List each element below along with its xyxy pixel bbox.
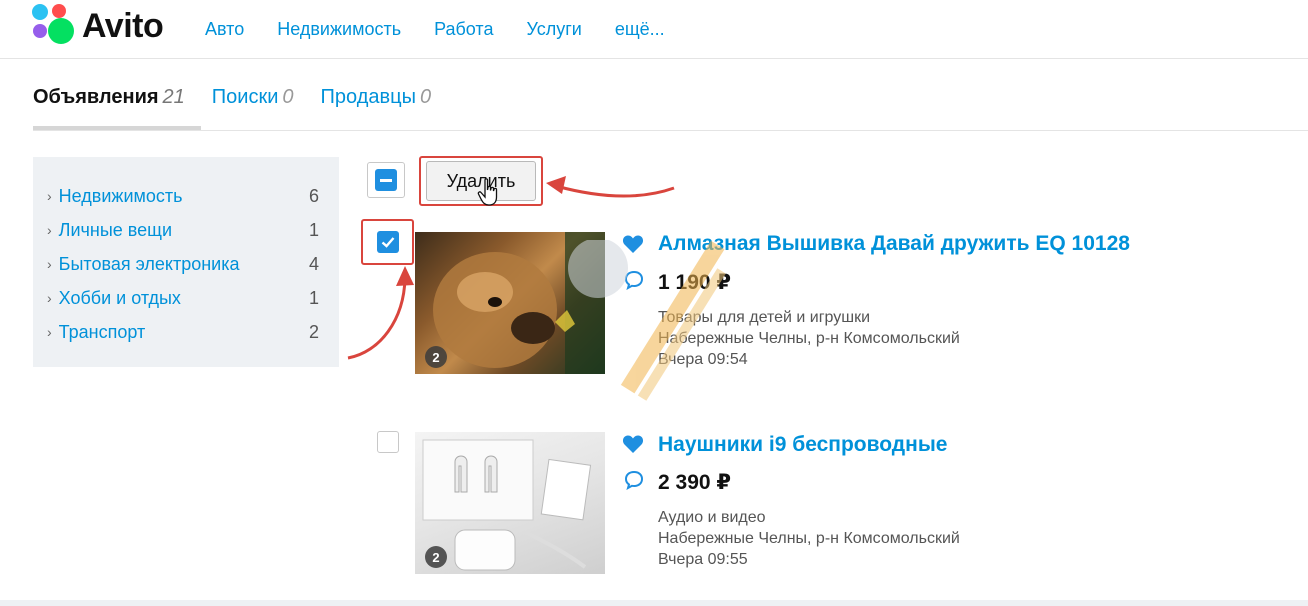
sidebar-item-label: Бытовая электроника — [58, 253, 240, 274]
chevron-right-icon: › — [47, 188, 52, 204]
tab-searches-label: Поиски — [211, 86, 279, 108]
nav-services[interactable]: Услуги — [526, 19, 581, 40]
listing-meta: Товары для детей и игрушки Набережные Че… — [658, 307, 960, 370]
sidebar-item-label: Хобби и отдых — [58, 287, 181, 308]
sidebar-item-hobby[interactable]: › Хобби и отдых 1 — [33, 281, 339, 315]
chevron-right-icon: › — [47, 222, 52, 238]
message-icon[interactable] — [624, 470, 644, 490]
tab-sellers[interactable]: Продавцы 0 — [321, 86, 432, 109]
listing-checkbox[interactable] — [377, 231, 399, 253]
tab-ads-count: 21 — [162, 86, 185, 108]
sidebar-item-count: 4 — [308, 253, 319, 274]
sidebar-item-count: 6 — [308, 185, 319, 206]
nav-auto[interactable]: Авто — [205, 19, 244, 40]
tabs-divider — [33, 130, 1308, 131]
chevron-right-icon: › — [47, 324, 52, 340]
tab-sellers-label: Продавцы — [320, 86, 416, 108]
listing-category: Аудио и видео — [658, 509, 766, 526]
logo-text: Avito — [82, 6, 164, 45]
sidebar-item-label: Недвижимость — [58, 185, 183, 206]
nav-realty[interactable]: Недвижимость — [277, 19, 401, 40]
tab-searches[interactable]: Поиски 0 — [212, 86, 294, 109]
listing-category: Товары для детей и игрушки — [658, 309, 871, 326]
listing-location: Набережные Челны, р-н Комсомольский — [658, 530, 960, 547]
listing-meta: Аудио и видео Набережные Челны, р-н Комс… — [658, 507, 960, 570]
tab-ads[interactable]: Объявления 21 — [33, 86, 185, 109]
avito-logo[interactable]: Avito — [32, 4, 164, 48]
sidebar-item-electronics[interactable]: › Бытовая электроника 4 — [33, 247, 339, 281]
sidebar-item-count: 2 — [308, 321, 319, 342]
listing-location: Набережные Челны, р-н Комсомольский — [658, 330, 960, 347]
minus-icon — [375, 169, 397, 191]
listing-checkbox[interactable] — [377, 431, 399, 453]
listing-photo[interactable]: 2 — [415, 232, 605, 374]
top-nav: Авто Недвижимость Работа Услуги ещё... — [205, 19, 665, 40]
sidebar-item-count: 1 — [308, 287, 319, 308]
listing-title[interactable]: Наушники i9 беспроводные — [658, 433, 947, 457]
tabs: Объявления 21 Поиски 0 Продавцы 0 — [33, 86, 431, 109]
photo-count: 2 — [425, 546, 447, 568]
listing-date: Вчера 09:55 — [658, 551, 748, 568]
bottom-bar — [0, 600, 1308, 606]
nav-jobs[interactable]: Работа — [434, 19, 493, 40]
select-all-checkbox[interactable] — [367, 162, 405, 198]
category-sidebar: › Недвижимость 6 › Личные вещи 1 › Бытовая … — [33, 157, 339, 367]
heart-icon[interactable] — [622, 434, 644, 454]
tab-sellers-count: 0 — [419, 86, 432, 108]
check-icon — [381, 237, 395, 248]
sidebar-item-label: Транспорт — [58, 321, 146, 342]
chevron-right-icon: › — [47, 290, 52, 306]
listing-title[interactable]: Алмазная Вышивка Давай дружить EQ 10128 — [658, 232, 1130, 256]
sidebar-item-count: 1 — [308, 219, 319, 240]
sidebar-item-realty[interactable]: › Недвижимость 6 — [33, 179, 339, 213]
sidebar-item-label: Личные вещи — [58, 219, 173, 240]
avito-logo-icon — [32, 4, 76, 48]
sidebar-item-transport[interactable]: › Транспорт 2 — [33, 315, 339, 349]
listing-photo[interactable]: 2 — [415, 432, 605, 574]
photo-count: 2 — [425, 346, 447, 368]
sidebar-item-personal[interactable]: › Личные вещи 1 — [33, 213, 339, 247]
tab-ads-label: Объявления — [33, 86, 159, 108]
nav-more[interactable]: ещё... — [615, 19, 665, 40]
hand-cursor-icon — [477, 178, 498, 206]
listing-date: Вчера 09:54 — [658, 351, 748, 368]
chevron-right-icon: › — [47, 256, 52, 272]
heart-icon[interactable] — [622, 234, 644, 254]
tab-searches-count: 0 — [282, 86, 294, 108]
header-divider — [0, 58, 1308, 59]
listing-price: 2 390 ₽ — [658, 471, 731, 494]
listing-price: 1 190 ₽ — [658, 271, 731, 294]
message-icon[interactable] — [624, 270, 644, 290]
